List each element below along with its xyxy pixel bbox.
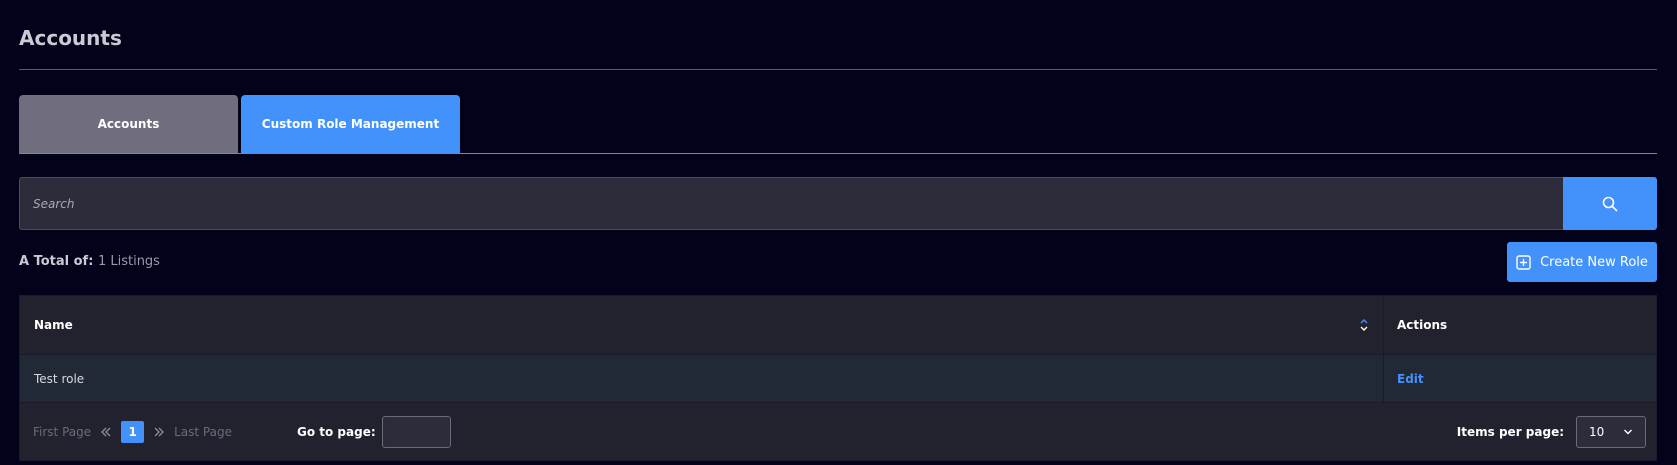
search-icon <box>1602 196 1618 211</box>
role-name: Test role <box>34 371 85 386</box>
tabs-underline <box>19 153 1657 154</box>
column-name-label: Name <box>34 318 73 332</box>
double-chevron-left-icon[interactable] <box>100 426 112 438</box>
last-page-link[interactable]: Last Page <box>174 425 232 439</box>
total-prefix: A Total of: <box>19 254 94 269</box>
total-count: 1 Listings <box>97 254 160 269</box>
create-new-role-button[interactable]: Create New Role <box>1507 242 1657 282</box>
pagination-bar: First Page 1 Last Page Go to page: Items… <box>20 402 1656 460</box>
create-button-label: Create New Role <box>1540 254 1648 270</box>
listing-total: A Total of: 1 Listings <box>19 254 160 269</box>
row-actions-cell: Edit <box>1384 355 1656 402</box>
page-title: Accounts <box>19 26 122 50</box>
first-page-link[interactable]: First Page <box>33 425 91 439</box>
edit-link[interactable]: Edit <box>1397 372 1424 386</box>
items-per-page-label: Items per page: <box>1456 425 1564 439</box>
row-name-cell: Test role <box>20 355 1384 402</box>
double-chevron-right-icon[interactable] <box>153 426 165 438</box>
search-bar <box>19 177 1657 230</box>
page-number-current[interactable]: 1 <box>121 420 145 443</box>
tab-bar: Accounts Custom Role Management <box>19 95 460 153</box>
tab-custom-role-management[interactable]: Custom Role Management <box>241 95 460 153</box>
table-header: Name Actions <box>20 296 1656 354</box>
items-per-page: Items per page: 10 <box>1457 416 1646 448</box>
roles-table: Name Actions Test role Edit First Page 1… <box>19 295 1657 461</box>
title-divider <box>19 69 1657 70</box>
go-to-page-label: Go to page: <box>297 424 376 439</box>
chevron-down-icon <box>1624 429 1632 435</box>
go-to-page-input[interactable] <box>381 415 451 448</box>
items-per-page-select[interactable]: 10 <box>1576 416 1646 448</box>
items-per-page-value: 10 <box>1589 425 1605 439</box>
search-input[interactable] <box>19 177 1563 230</box>
accounts-page: Accounts Accounts Custom Role Management… <box>0 0 1677 465</box>
column-actions-label: Actions <box>1397 318 1448 332</box>
table-row: Test role Edit <box>20 354 1656 402</box>
column-header-name[interactable]: Name <box>20 296 1384 354</box>
sort-icon[interactable] <box>1359 317 1369 333</box>
tab-accounts[interactable]: Accounts <box>19 95 238 153</box>
search-button[interactable] <box>1563 177 1657 230</box>
plus-square-icon <box>1516 254 1531 270</box>
column-header-actions: Actions <box>1384 296 1656 354</box>
